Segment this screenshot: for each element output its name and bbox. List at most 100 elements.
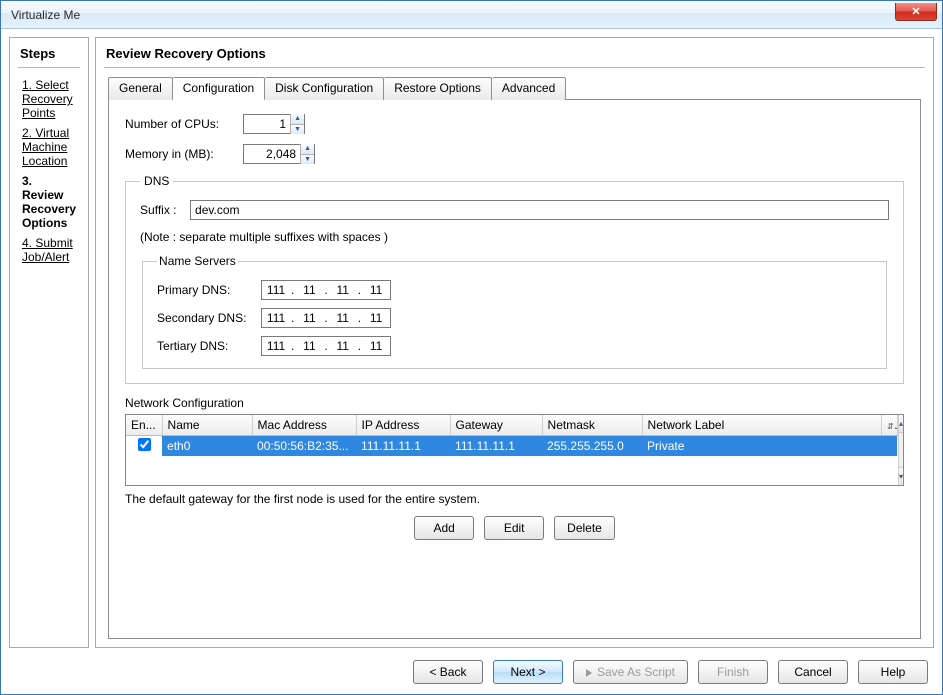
delete-button[interactable]: Delete <box>554 516 615 540</box>
col-network-label[interactable]: Network Label <box>642 415 881 435</box>
step-select-recovery-points[interactable]: 1. Select Recovery Points <box>22 78 76 120</box>
scroll-track[interactable] <box>899 433 903 467</box>
network-buttons: Add Edit Delete <box>125 516 904 540</box>
tertiary-dns-octet-2[interactable] <box>297 339 321 353</box>
edit-button[interactable]: Edit <box>484 516 544 540</box>
row-ip: 111.11.11.1 <box>356 435 450 456</box>
memory-label: Memory in (MB): <box>125 147 243 161</box>
primary-dns-octet-3[interactable] <box>331 283 355 297</box>
row-gateway: 111.11.11.1 <box>450 435 542 456</box>
table-row[interactable]: eth0 00:50:56:B2:35... 111.11.11.1 111.1… <box>126 435 897 456</box>
primary-dns-octet-2[interactable] <box>297 283 321 297</box>
step-review-options: 3. Review Recovery Options <box>22 174 76 230</box>
memory-input[interactable] <box>244 145 300 163</box>
secondary-dns-input[interactable]: . . . <box>261 308 391 328</box>
tab-advanced[interactable]: Advanced <box>492 77 566 100</box>
dns-legend: DNS <box>140 174 173 188</box>
main-content: General Configuration Disk Configuration… <box>96 68 933 647</box>
table-header-row: En... Name Mac Address IP Address Gatewa… <box>126 415 897 435</box>
memory-up-button[interactable]: ▲ <box>301 144 314 154</box>
col-name[interactable]: Name <box>162 415 252 435</box>
network-table-wrap: En... Name Mac Address IP Address Gatewa… <box>125 414 904 486</box>
add-button[interactable]: Add <box>414 516 474 540</box>
body: Steps 1. Select Recovery Points 2. Virtu… <box>1 29 942 694</box>
tertiary-dns-octet-4[interactable] <box>364 339 388 353</box>
name-servers-group: Name Servers Primary DNS: . . . <box>142 254 887 369</box>
step-submit-job[interactable]: 4. Submit Job/Alert <box>22 236 76 264</box>
primary-dns-octet-4[interactable] <box>364 283 388 297</box>
primary-dns-label: Primary DNS: <box>157 283 261 297</box>
steps-heading: Steps <box>10 38 88 67</box>
cpu-row: Number of CPUs: ▲ ▼ <box>125 114 904 134</box>
tab-restore-options[interactable]: Restore Options <box>384 77 492 100</box>
cpu-up-button[interactable]: ▲ <box>291 114 304 124</box>
secondary-dns-octet-3[interactable] <box>331 311 355 325</box>
network-table-main: En... Name Mac Address IP Address Gatewa… <box>126 415 898 485</box>
memory-down-button[interactable]: ▼ <box>301 154 314 165</box>
primary-dns-octet-1[interactable] <box>264 283 288 297</box>
main-heading: Review Recovery Options <box>96 38 933 67</box>
next-button[interactable]: Next > <box>493 660 563 684</box>
secondary-dns-label: Secondary DNS: <box>157 311 261 325</box>
tab-disk-configuration[interactable]: Disk Configuration <box>265 77 384 100</box>
table-scrollbar[interactable]: ▴ ▾ <box>898 415 903 485</box>
dns-suffix-input[interactable] <box>190 200 889 220</box>
save-icon <box>586 669 592 677</box>
tertiary-dns-label: Tertiary DNS: <box>157 339 261 353</box>
row-network-label: Private <box>642 435 897 456</box>
main-panel: Review Recovery Options General Configur… <box>95 37 934 648</box>
window-title: Virtualize Me <box>11 8 80 22</box>
col-mac[interactable]: Mac Address <box>252 415 356 435</box>
primary-dns-input[interactable]: . . . <box>261 280 391 300</box>
col-gateway[interactable]: Gateway <box>450 415 542 435</box>
name-servers-legend: Name Servers <box>157 254 238 268</box>
cpu-down-button[interactable]: ▼ <box>291 124 304 135</box>
window: Virtualize Me ✕ Steps 1. Select Recovery… <box>0 0 943 695</box>
scroll-up-button[interactable]: ▴ <box>899 415 903 433</box>
row-mac: 00:50:56:B2:35... <box>252 435 356 456</box>
secondary-dns-row: Secondary DNS: . . . <box>157 308 872 328</box>
back-button[interactable]: < Back <box>413 660 483 684</box>
memory-spinner: ▲ ▼ <box>243 144 315 164</box>
step-vm-location[interactable]: 2. Virtual Machine Location <box>22 126 76 168</box>
tab-general[interactable]: General <box>108 77 173 100</box>
row-enabled-checkbox[interactable] <box>138 438 151 451</box>
dns-suffix-label: Suffix : <box>140 203 190 217</box>
row-enabled-cell <box>126 435 162 456</box>
cpu-spinner: ▲ ▼ <box>243 114 305 134</box>
save-as-script-label: Save As Script <box>597 665 675 679</box>
col-netmask[interactable]: Netmask <box>542 415 642 435</box>
titlebar: Virtualize Me ✕ <box>1 1 942 29</box>
help-button[interactable]: Help <box>858 660 928 684</box>
dns-group: DNS Suffix : (Note : separate multiple s… <box>125 174 904 384</box>
cancel-button[interactable]: Cancel <box>778 660 848 684</box>
network-config-label: Network Configuration <box>125 396 904 410</box>
tertiary-dns-octet-1[interactable] <box>264 339 288 353</box>
scroll-down-button[interactable]: ▾ <box>899 467 903 485</box>
finish-button: Finish <box>698 660 768 684</box>
col-ip[interactable]: IP Address <box>356 415 450 435</box>
dns-suffix-row: Suffix : <box>140 200 889 220</box>
secondary-dns-octet-2[interactable] <box>297 311 321 325</box>
tab-configuration[interactable]: Configuration <box>173 77 265 100</box>
network-table: En... Name Mac Address IP Address Gatewa… <box>126 415 898 456</box>
row-netmask: 255.255.255.0 <box>542 435 642 456</box>
gateway-hint: The default gateway for the first node i… <box>125 492 904 506</box>
close-icon: ✕ <box>911 5 920 18</box>
secondary-dns-octet-1[interactable] <box>264 311 288 325</box>
tertiary-dns-row: Tertiary DNS: . . . <box>157 336 872 356</box>
col-enabled[interactable]: En... <box>126 415 162 435</box>
chevron-double-down-icon: ⇵ <box>887 418 898 432</box>
memory-row: Memory in (MB): ▲ ▼ <box>125 144 904 164</box>
cpu-input[interactable] <box>244 115 290 133</box>
row-name: eth0 <box>162 435 252 456</box>
steps-list: 1. Select Recovery Points 2. Virtual Mac… <box>10 68 88 274</box>
secondary-dns-octet-4[interactable] <box>364 311 388 325</box>
close-button[interactable]: ✕ <box>895 3 937 21</box>
tertiary-dns-octet-3[interactable] <box>331 339 355 353</box>
save-as-script-button: Save As Script <box>573 660 688 684</box>
column-picker-button[interactable]: ⇵ <box>881 415 897 435</box>
tab-panel-configuration: Number of CPUs: ▲ ▼ Memory in (MB): <box>108 99 921 639</box>
tertiary-dns-input[interactable]: . . . <box>261 336 391 356</box>
tabstrip: General Configuration Disk Configuration… <box>108 76 921 99</box>
